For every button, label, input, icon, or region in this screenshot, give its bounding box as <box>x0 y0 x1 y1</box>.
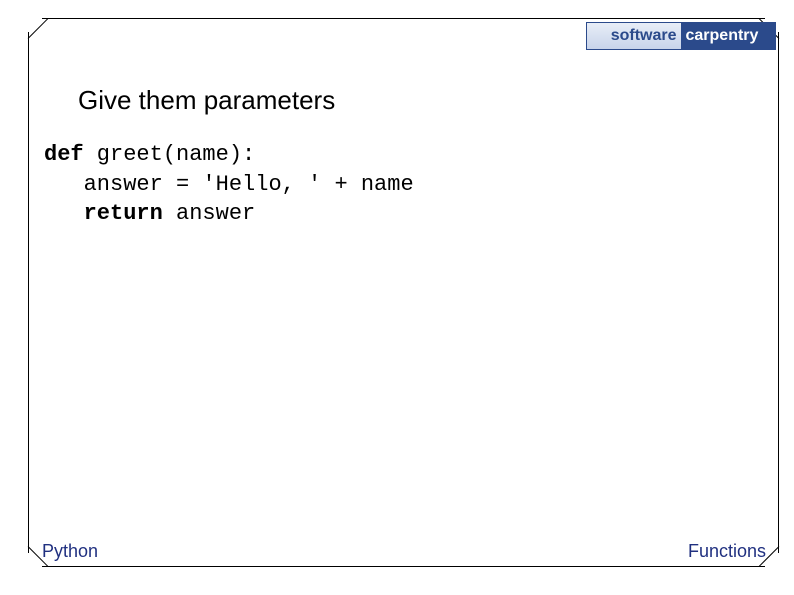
brand-logo: software carpentry <box>586 22 776 50</box>
code-return-rest: answer <box>163 201 255 226</box>
keyword-def: def <box>44 142 84 167</box>
slide-heading: Give them parameters <box>78 85 335 116</box>
keyword-return: return <box>84 201 163 226</box>
code-block: def greet(name): answer = 'Hello, ' + na… <box>44 140 414 229</box>
footer-right: Functions <box>688 541 766 562</box>
code-line-2: answer = 'Hello, ' + name <box>84 172 414 197</box>
footer-left: Python <box>42 541 98 562</box>
logo-right: carpentry <box>682 23 776 49</box>
code-signature: greet(name): <box>84 142 256 167</box>
logo-left: software <box>587 23 682 49</box>
